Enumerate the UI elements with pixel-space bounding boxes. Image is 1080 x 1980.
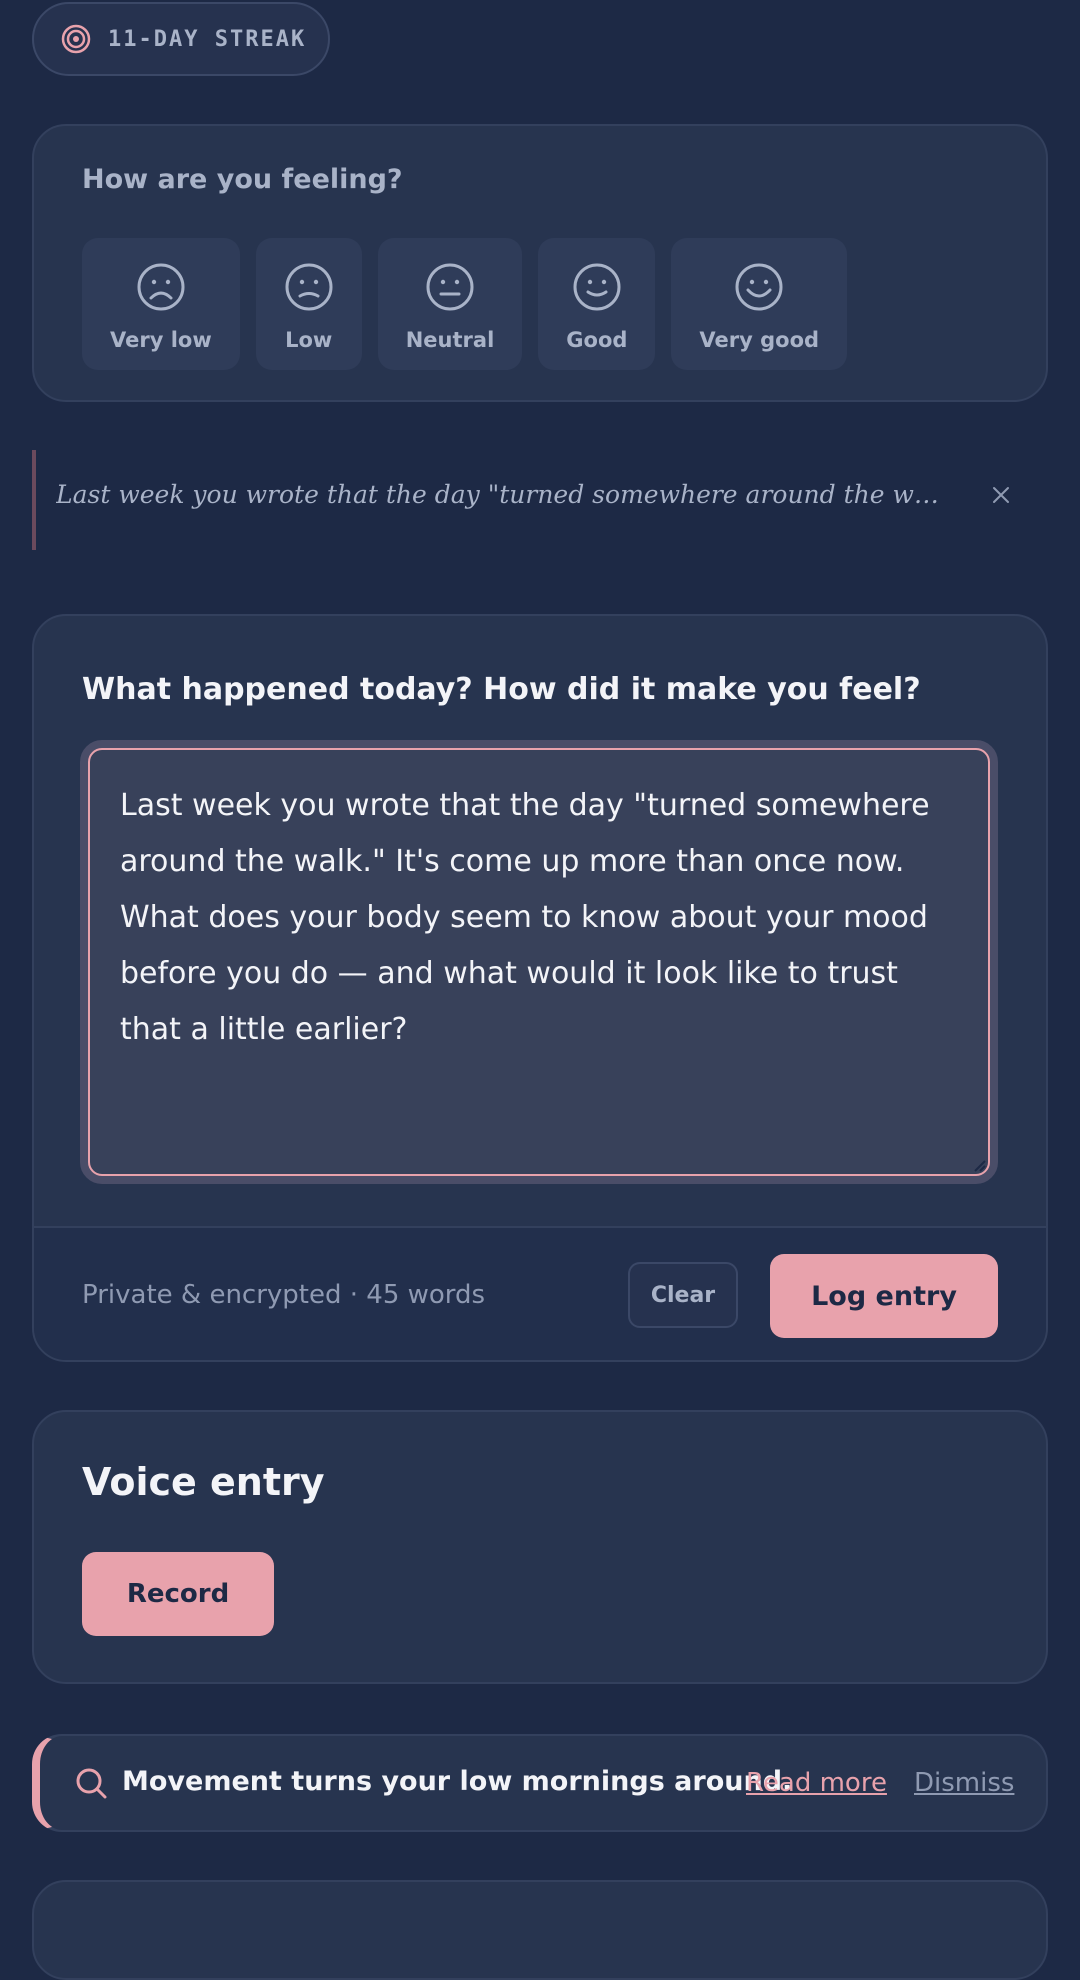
- insight-text: Movement turns your low mornings around.: [122, 1766, 793, 1797]
- journal-footer: Private & encrypted · 45 words Clear Log…: [34, 1226, 1046, 1360]
- mood-label: Very good: [699, 328, 820, 352]
- target-icon: [61, 24, 91, 54]
- journal-entry-text[interactable]: Last week you wrote that the day "turned…: [88, 748, 990, 1176]
- mood-card: How are you feeling? Very low Low Neutra…: [32, 124, 1048, 402]
- reminder-accent-bar: [32, 450, 36, 550]
- mood-label: Good: [566, 328, 628, 352]
- mood-label: Low: [285, 328, 333, 352]
- mood-option-low[interactable]: Low: [255, 238, 362, 370]
- journal-prompt: What happened today? How did it make you…: [82, 672, 921, 707]
- sad-face-icon: [285, 263, 333, 311]
- streak-label: 11-DAY STREAK: [108, 26, 307, 52]
- very-sad-face-icon: [137, 263, 185, 311]
- streak-badge: 11-DAY STREAK: [32, 2, 330, 76]
- big-smile-face-icon: [735, 263, 783, 311]
- mood-option-very-low[interactable]: Very low: [82, 238, 240, 370]
- voice-entry-title: Voice entry: [82, 1460, 325, 1504]
- insight-banner: Movement turns your low mornings around.…: [32, 1734, 1048, 1832]
- mood-options: Very low Low Neutral Good Very good: [82, 238, 848, 370]
- mood-label: Very low: [110, 328, 212, 352]
- record-button[interactable]: Record: [82, 1552, 274, 1636]
- close-icon[interactable]: [990, 484, 1012, 506]
- dismiss-link[interactable]: Dismiss: [914, 1768, 1014, 1798]
- smile-face-icon: [573, 263, 621, 311]
- clear-button[interactable]: Clear: [628, 1262, 738, 1328]
- mood-title: How are you feeling?: [82, 164, 403, 195]
- read-more-link[interactable]: Read more: [746, 1768, 887, 1798]
- next-card: [32, 1880, 1048, 1980]
- search-icon: [76, 1768, 107, 1799]
- journal-card: What happened today? How did it make you…: [32, 614, 1048, 1362]
- journal-textarea[interactable]: Last week you wrote that the day "turned…: [80, 740, 998, 1184]
- mood-label: Neutral: [405, 328, 495, 352]
- mood-option-very-good[interactable]: Very good: [671, 238, 848, 370]
- resize-grip-icon[interactable]: [972, 1158, 986, 1172]
- voice-entry-card: Voice entry Record: [32, 1410, 1048, 1684]
- reminder-text: Last week you wrote that the day "turned…: [56, 480, 946, 509]
- mood-option-good[interactable]: Good: [538, 238, 656, 370]
- mood-option-neutral[interactable]: Neutral: [377, 238, 523, 370]
- neutral-face-icon: [426, 263, 474, 311]
- log-entry-button[interactable]: Log entry: [770, 1254, 998, 1338]
- privacy-word-count: Private & encrypted · 45 words: [82, 1280, 486, 1310]
